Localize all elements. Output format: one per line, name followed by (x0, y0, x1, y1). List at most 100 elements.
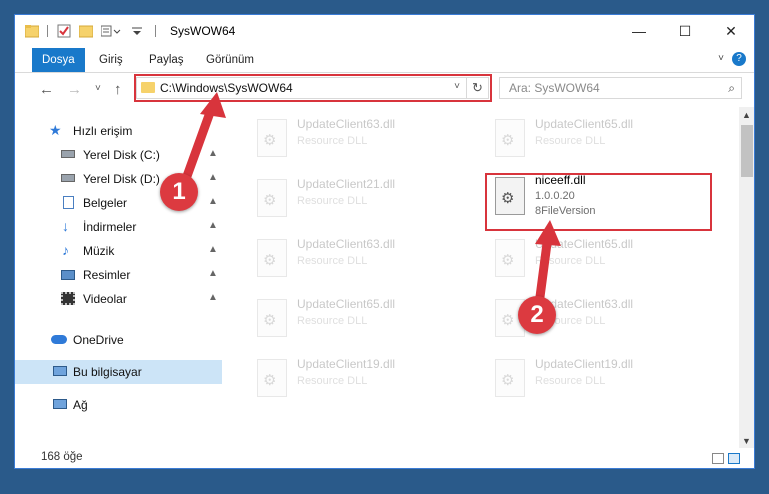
file-type: Resource DLL (297, 255, 368, 267)
search-input[interactable]: Ara: SysWOW64 ⌕ (499, 77, 742, 99)
status-bar: 168 öğe (15, 448, 754, 468)
pin-icon[interactable]: ▲ (208, 244, 218, 255)
step-1-marker: 1 (160, 173, 198, 211)
minimize-button[interactable]: — (616, 15, 662, 47)
file-type: Resource DLL (535, 135, 606, 147)
dll-file-icon: ⚙ (495, 119, 525, 157)
details-view-icon[interactable] (712, 453, 724, 464)
file-name: UpdateClient65.dll (297, 297, 396, 311)
pin-icon[interactable]: ▲ (208, 220, 218, 231)
sidebar-item-music[interactable]: ♪ Müzik ▲ (15, 239, 222, 263)
minimize-icon: — (632, 23, 646, 39)
close-button[interactable]: ✕ (708, 15, 754, 47)
step-2-marker: 2 (518, 296, 556, 334)
close-icon: ✕ (725, 22, 737, 39)
recent-locations-button[interactable]: ˅ (95, 83, 101, 94)
up-button[interactable]: ↑ (114, 81, 122, 98)
file-type: Resource DLL (297, 195, 368, 207)
pin-icon[interactable]: ▲ (208, 268, 218, 279)
sidebar-item-label: Resimler (83, 268, 131, 282)
pin-icon[interactable]: ▲ (208, 148, 218, 159)
properties-icon[interactable] (57, 24, 71, 38)
sidebar-item-this-pc[interactable]: Bu bilgisayar (15, 360, 222, 384)
forward-button[interactable]: → (67, 81, 82, 98)
dll-file-icon: ⚙ (257, 179, 287, 217)
help-icon[interactable]: ? (732, 52, 746, 66)
scroll-down-icon[interactable]: ▼ (742, 436, 751, 446)
file-tile[interactable]: ⚙ UpdateClient65.dll Resource DLL (487, 235, 717, 283)
file-name: UpdateClient63.dll (297, 117, 396, 131)
new-folder-icon[interactable] (78, 24, 94, 38)
pin-icon[interactable]: ▲ (208, 292, 218, 303)
tab-share[interactable]: Paylaş (139, 48, 194, 72)
sidebar-item-disk-c[interactable]: Yerel Disk (C:) ▲ (15, 143, 222, 167)
file-tile[interactable]: ⚙ UpdateClient21.dll Resource DLL (249, 175, 479, 223)
pin-icon[interactable]: ▲ (208, 196, 218, 207)
separator-bar (155, 25, 156, 37)
file-name: UpdateClient19.dll (297, 357, 396, 371)
file-name: UpdateClient19.dll (535, 357, 634, 371)
file-tile[interactable]: ⚙ UpdateClient63.dll Resource DLL (249, 235, 479, 283)
file-tile[interactable]: ⚙ UpdateClient19.dll Resource DLL (249, 355, 479, 403)
sidebar-item-label: OneDrive (73, 333, 124, 347)
sidebar-item-pictures[interactable]: Resimler ▲ (15, 263, 222, 287)
sidebar-item-label: Hızlı erişim (73, 124, 133, 138)
explorer-window: SysWOW64 — ☐ ✕ Dosya Giriş Paylaş Görünü… (14, 14, 755, 469)
address-row: ← → ˅ ↑ C:\Windows\SysWOW64 ˅ ↻ Ara: Sys… (15, 73, 754, 105)
file-type: Resource DLL (297, 375, 368, 387)
network-icon (53, 399, 67, 409)
maximize-button[interactable]: ☐ (662, 15, 708, 47)
file-tile[interactable]: ⚙ UpdateClient65.dll Resource DLL (249, 295, 479, 343)
file-highlight-box (485, 173, 712, 231)
dll-file-icon: ⚙ (257, 359, 287, 397)
sidebar-item-quick-access[interactable]: ★ Hızlı erişim (15, 119, 222, 143)
dll-file-icon: ⚙ (495, 239, 525, 277)
maximize-icon: ☐ (678, 22, 692, 39)
sidebar-item-network[interactable]: Ağ (15, 393, 222, 417)
file-type: Resource DLL (297, 135, 368, 147)
sidebar-item-label: Ağ (73, 398, 88, 412)
quick-access-dropdown-icon[interactable] (129, 24, 145, 38)
sidebar-item-label: Bu bilgisayar (73, 365, 142, 379)
search-placeholder: Ara: SysWOW64 (509, 81, 600, 95)
sidebar-item-downloads[interactable]: ↓ İndirmeler ▲ (15, 215, 222, 239)
vertical-scrollbar[interactable]: ▲ ▼ (739, 107, 754, 448)
sidebar-item-videos[interactable]: Videolar ▲ (15, 287, 222, 311)
scroll-thumb[interactable] (741, 125, 753, 177)
file-tile[interactable]: ⚙ UpdateClient63.dll Resource DLL (249, 115, 479, 163)
file-type: Resource DLL (297, 315, 368, 327)
search-icon[interactable]: ⌕ (728, 81, 735, 96)
sidebar-item-label: Videolar (83, 292, 127, 306)
tiles-view-icon[interactable] (728, 453, 740, 464)
music-icon: ♪ (62, 242, 69, 258)
tab-view[interactable]: Görünüm (196, 48, 264, 72)
drive-icon (61, 174, 75, 182)
dll-file-icon: ⚙ (257, 299, 287, 337)
title-bar: SysWOW64 — ☐ ✕ (15, 15, 754, 48)
sidebar-item-label: Yerel Disk (C:) (83, 148, 160, 162)
video-icon (61, 292, 75, 305)
documents-icon (63, 196, 74, 209)
tab-file[interactable]: Dosya (32, 48, 85, 72)
ribbon-expand-icon[interactable]: ˅ (718, 53, 724, 64)
file-list: ⚙ UpdateClient63.dll Resource DLL ⚙ Upda… (235, 107, 738, 447)
pin-icon[interactable]: ▲ (208, 172, 218, 183)
sidebar-item-label: Yerel Disk (D:) (83, 172, 160, 186)
file-tile[interactable]: ⚙ UpdateClient19.dll Resource DLL (487, 355, 717, 403)
drive-icon (61, 150, 75, 158)
computer-icon (53, 366, 67, 376)
tab-home[interactable]: Giriş (89, 48, 133, 72)
address-highlight-box (134, 74, 492, 102)
file-tile[interactable]: ⚙ UpdateClient65.dll Resource DLL (487, 115, 717, 163)
customize-toolbar-icon[interactable] (100, 24, 125, 38)
sidebar-item-onedrive[interactable]: OneDrive (15, 328, 222, 352)
dll-file-icon: ⚙ (257, 119, 287, 157)
sidebar-item-label: İndirmeler (83, 220, 137, 234)
scroll-up-icon[interactable]: ▲ (742, 110, 751, 120)
file-type: Resource DLL (535, 375, 606, 387)
star-icon: ★ (49, 122, 62, 138)
folder-icon (24, 24, 40, 38)
dll-file-icon: ⚙ (257, 239, 287, 277)
back-button[interactable]: ← (39, 81, 54, 98)
file-type: Resource DLL (535, 255, 606, 267)
